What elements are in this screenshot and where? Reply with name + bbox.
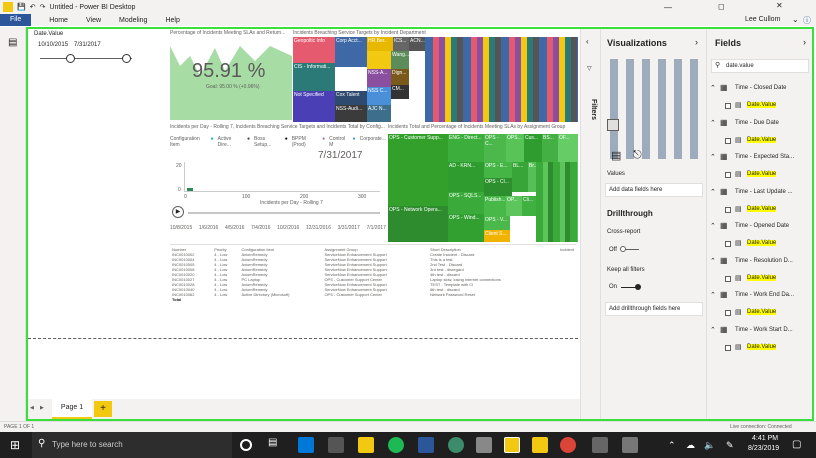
chevron-down-icon[interactable]: ⌄ (792, 15, 799, 24)
menu-view[interactable]: View (86, 17, 119, 24)
windows-start-icon[interactable]: ⊞ (10, 438, 20, 452)
menu-home[interactable]: Home (49, 17, 86, 24)
task-view-icon[interactable]: ▤ (268, 437, 284, 453)
report-view-icon[interactable]: ▤ (8, 37, 17, 48)
file-explorer-icon[interactable] (358, 437, 374, 453)
network-icon[interactable]: ☁ (686, 440, 695, 451)
menu-file[interactable]: File (0, 14, 32, 26)
status-bar: PAGE 1 OF 1 Live connection: Connected (0, 421, 816, 432)
minimize-icon[interactable]: — (664, 3, 672, 12)
volume-icon[interactable]: 🔈 (704, 440, 715, 451)
windows-taskbar: ⊞ ⚲ Type here to search ▤ ⌃ ☁ 🔈 ✎ 4:41 P… (0, 432, 816, 458)
search-icon: ⚲ (38, 438, 46, 449)
powerbi-logo-icon (3, 2, 13, 12)
maximize-icon[interactable]: ◻ (718, 2, 725, 11)
tray-chevron-icon[interactable]: ⌃ (668, 440, 676, 451)
undo-icon[interactable]: ↶ (30, 3, 36, 11)
menu-modeling[interactable]: Modeling (119, 17, 165, 24)
notifications-icon[interactable]: ▢ (792, 439, 801, 450)
app-icon[interactable] (448, 437, 464, 453)
powerbi-taskbar-icon[interactable] (504, 437, 520, 453)
window-title: Untitled - Power BI Desktop (49, 3, 136, 11)
clock-time[interactable]: 4:41 PM (752, 435, 778, 442)
page-indicator: PAGE 1 OF 1 (4, 424, 35, 430)
pen-icon[interactable]: ✎ (726, 440, 734, 451)
powerbi-taskbar-icon[interactable] (532, 437, 548, 453)
connection-status: Live connection: Connected (730, 424, 792, 430)
app-icon[interactable] (622, 437, 638, 453)
clock-date[interactable]: 8/23/2019 (748, 445, 779, 452)
save-icon[interactable]: 💾 (17, 3, 26, 11)
menu-help[interactable]: Help (165, 17, 197, 24)
menu-bar: File Home View Modeling Help Lee Cullom … (0, 14, 816, 26)
mail-icon[interactable] (328, 437, 344, 453)
taskbar-search-input[interactable]: Type here to search (52, 440, 123, 449)
user-name[interactable]: Lee Cullom (745, 16, 780, 23)
redo-icon[interactable]: ↷ (40, 3, 46, 11)
view-rail: ▤ (0, 27, 26, 423)
highlight-frame (26, 27, 814, 421)
chrome-icon[interactable] (560, 437, 576, 453)
app-icon[interactable] (476, 437, 492, 453)
taskbar-search[interactable]: ⚲ Type here to search (32, 432, 232, 458)
help-icon[interactable]: ⓘ (803, 15, 811, 26)
cortana-icon[interactable] (240, 439, 252, 451)
app-icon[interactable] (592, 437, 608, 453)
title-bar: 💾 ↶ ↷ Untitled - Power BI Desktop — ◻ ✕ (0, 0, 816, 14)
spotify-icon[interactable] (388, 437, 404, 453)
close-icon[interactable]: ✕ (776, 1, 783, 10)
word-icon[interactable] (418, 437, 434, 453)
edge-icon[interactable] (298, 437, 314, 453)
